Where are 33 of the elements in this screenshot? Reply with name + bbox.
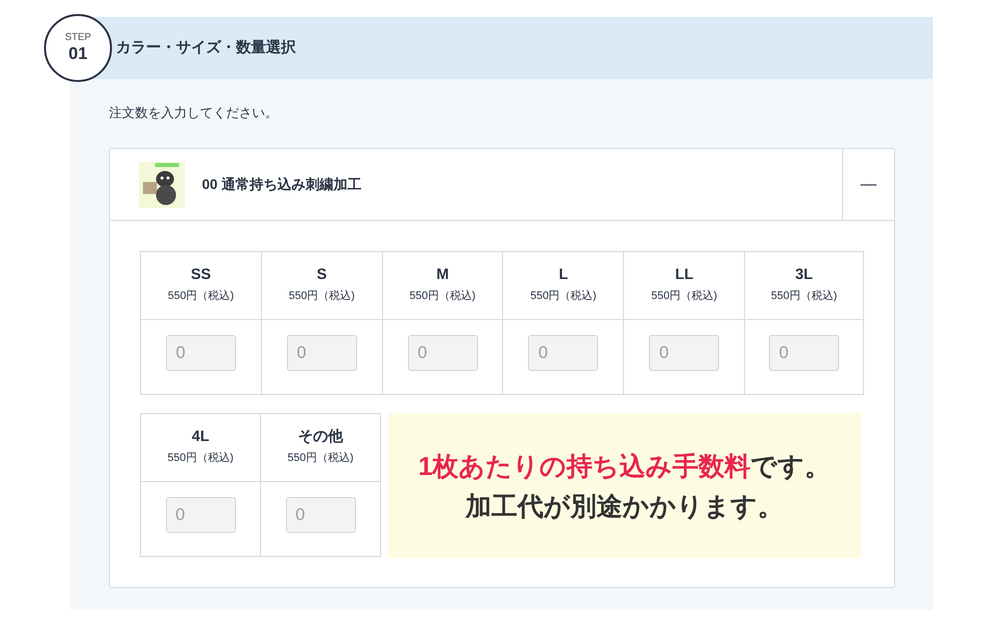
price-text: 550円（税込) — [167, 451, 234, 466]
step-label: STEP — [64, 32, 92, 44]
price-text: 550円（税込) — [287, 451, 354, 466]
size-label: LL — [675, 265, 694, 285]
step-title: カラー・サイズ・数量選択 — [116, 38, 296, 58]
price-text: 550円（税込) — [410, 289, 476, 304]
size-label: L — [558, 265, 568, 285]
quantity-field[interactable]: 0 — [166, 497, 236, 533]
mascot-thumbnail — [139, 162, 185, 208]
quantity-field[interactable]: 0 — [286, 497, 356, 533]
instruction-text: 注文数を入力してください。 — [109, 104, 279, 122]
product-name: 00 通常持ち込み刺繍加工 — [202, 175, 362, 194]
price-text: 550円（税込) — [168, 289, 234, 304]
price-text: 550円（税込) — [651, 289, 718, 304]
notice-text: 1枚あたりの持ち込み手数料です。 — [418, 450, 831, 482]
quantity-field[interactable]: 0 — [769, 335, 840, 371]
quantity-field[interactable]: 0 — [408, 335, 478, 371]
quantity-field[interactable]: 0 — [528, 335, 598, 371]
size-label: その他 — [298, 427, 343, 447]
size-label: SS — [190, 265, 211, 285]
size-label: 4L — [192, 427, 210, 447]
price-text: 550円（税込) — [771, 289, 838, 304]
size-label: 3L — [795, 265, 813, 285]
quantity-field[interactable]: 0 — [649, 335, 720, 371]
step-number: 01 — [68, 44, 88, 64]
size-label: S — [316, 265, 327, 285]
notice-text: 加工代が別途かかります。 — [466, 490, 784, 522]
quantity-field[interactable]: 0 — [166, 335, 236, 371]
size-label: M — [436, 265, 449, 285]
price-text: 550円（税込) — [288, 289, 355, 304]
quantity-field[interactable]: 0 — [286, 335, 357, 371]
collapse-toggle[interactable]: — — [842, 149, 894, 220]
price-text: 550円（税込) — [530, 289, 596, 304]
